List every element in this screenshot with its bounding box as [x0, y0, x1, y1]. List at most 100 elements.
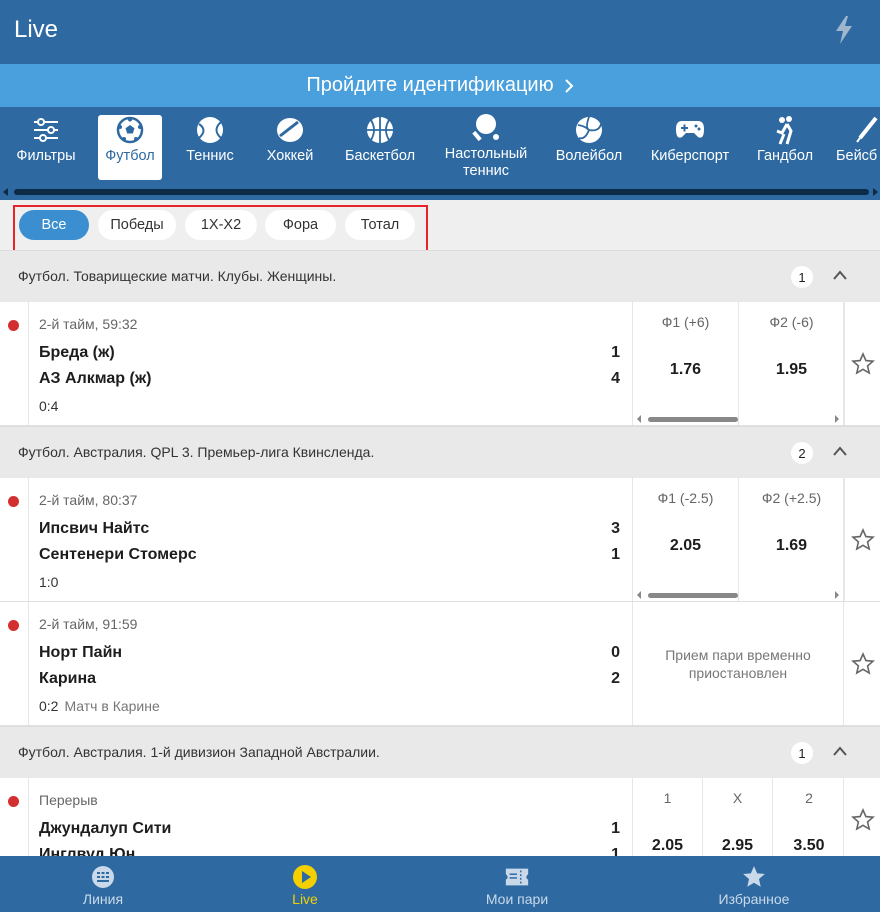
league-name: Футбол. Товарищеские матчи. Клубы. Женщи… [18, 268, 337, 284]
chevron-up-icon[interactable] [833, 270, 847, 280]
odd-label: X [732, 790, 743, 806]
sport-label: Гандбол [756, 148, 814, 164]
live-indicator [8, 496, 19, 507]
match-row[interactable]: 2-й тайм, 80:37 Ипсвич Найтс 3 Сентенери… [0, 478, 880, 602]
match-venue-note: Матч в Карине [64, 698, 160, 714]
match-time: Перерыв [39, 792, 98, 808]
bet-type-filters: Все Победы 1X-X2 Фора Тотал [0, 200, 880, 254]
filter-chip-all[interactable]: Все [19, 210, 89, 240]
bottom-nav-line[interactable]: Линия [60, 856, 146, 912]
odds-scroll-right[interactable] [835, 415, 839, 423]
sport-item-filters[interactable]: Фильтры [8, 115, 84, 180]
sports-scroll-right[interactable] [873, 188, 878, 196]
league-name: Футбол. Австралия. 1-й дивизион Западной… [18, 744, 380, 760]
sport-item-baseball[interactable]: Бейсб [836, 115, 880, 180]
filter-chip-wins[interactable]: Победы [98, 210, 176, 240]
odds-scroll-left[interactable] [637, 591, 641, 599]
odd-value: 1.76 [669, 361, 702, 378]
sport-label: Киберспорт [650, 148, 730, 164]
sports-scrollbar[interactable] [14, 189, 869, 195]
sport-item-football[interactable]: Футбол [98, 115, 162, 180]
favorite-button[interactable] [845, 302, 880, 425]
sport-label: Бейсб [836, 148, 878, 164]
sport-item-basketball[interactable]: Баскетбол [338, 115, 422, 180]
sport-item-tennis[interactable]: Теннис [178, 115, 242, 180]
sport-item-handball[interactable]: Гандбол [750, 115, 820, 180]
live-indicator [8, 620, 19, 631]
sport-label: Теннис [186, 148, 234, 164]
odd-value: 2.05 [669, 537, 702, 554]
team-away: Карина [39, 670, 97, 687]
league-header[interactable]: Футбол. Товарищеские матчи. Клубы. Женщи… [0, 250, 880, 302]
star-outline-icon [850, 527, 875, 551]
odd-cell[interactable]: Ф1 (-2.5) 2.05 [633, 478, 739, 601]
star-outline-icon [850, 808, 875, 831]
sport-label: Баскетбол [344, 148, 416, 164]
odd-cell[interactable]: Ф2 (-6) 1.95 [739, 302, 845, 425]
odds-panel: Ф1 (+6) 1.76 Ф2 (-6) 1.95 [632, 302, 845, 425]
favorites-star-icon [743, 866, 765, 887]
league-match-count: 1 [791, 742, 813, 764]
team-home: Бреда (ж) [39, 344, 115, 361]
sport-item-table-tennis[interactable]: Настольный теннис [436, 113, 536, 179]
team-home: Джундалуп Сити [39, 820, 172, 837]
favorite-button[interactable] [845, 602, 880, 725]
sport-item-esports[interactable]: Киберспорт [644, 115, 736, 180]
identification-banner[interactable]: Пройдите идентификацию [0, 64, 880, 107]
sport-label: Хоккей [266, 148, 314, 164]
odds-scroll-left[interactable] [637, 415, 641, 423]
odd-cell[interactable]: Ф1 (+6) 1.76 [633, 302, 739, 425]
league-header[interactable]: Футбол. Австралия. 1-й дивизион Западной… [0, 726, 880, 778]
league-match-count: 2 [791, 442, 813, 464]
score-home: 1 [611, 344, 620, 361]
filter-chip-handicap[interactable]: Фора [265, 210, 336, 240]
match-row[interactable]: 2-й тайм, 91:59 Норт Пайн 0 Карина 2 0:2… [0, 602, 880, 726]
lightning-icon[interactable] [834, 16, 854, 44]
basketball-icon [367, 117, 393, 143]
sports-scroll-left[interactable] [3, 188, 8, 196]
odds-panel: Ф1 (-2.5) 2.05 Ф2 (+2.5) 1.69 [632, 478, 845, 601]
handball-icon [776, 116, 793, 145]
team-home: Ипсвич Найтс [39, 520, 150, 537]
filter-chip-double-chance[interactable]: 1X-X2 [185, 210, 257, 240]
favorite-button[interactable] [845, 478, 880, 601]
league-name: Футбол. Австралия. QPL 3. Премьер-лига К… [18, 444, 375, 460]
odd-label: Ф2 (+2.5) [761, 490, 822, 506]
odd-value: 1.69 [775, 537, 808, 554]
app-header: Live [0, 0, 880, 64]
odd-label: 1 [663, 790, 672, 806]
bottom-nav-favorites[interactable]: Избранное [706, 856, 802, 912]
volleyball-icon [576, 116, 602, 143]
gamepad-icon [676, 121, 704, 138]
sport-item-volleyball[interactable]: Волейбол [550, 115, 628, 180]
line-icon [92, 866, 114, 888]
sport-item-hockey[interactable]: Хоккей [257, 115, 323, 180]
chevron-up-icon[interactable] [833, 746, 847, 756]
match-time: 2-й тайм, 80:37 [39, 492, 138, 508]
odds-panel: Прием пари временно приостановлен [632, 602, 844, 725]
bottom-nav-live[interactable]: Live [262, 856, 348, 912]
odd-label: 2 [805, 790, 813, 806]
match-total-score: 0:4 [39, 398, 59, 414]
odd-label: Ф2 (-6) [769, 314, 814, 330]
bottom-nav-my-bets[interactable]: Мои пари [470, 856, 564, 912]
bottom-nav-label: Live [292, 891, 318, 907]
filter-chip-total[interactable]: Тотал [345, 210, 415, 240]
match-row[interactable]: 2-й тайм, 59:32 Бреда (ж) 1 АЗ Алкмар (ж… [0, 302, 880, 426]
chevron-up-icon[interactable] [833, 446, 847, 456]
odds-scrollbar[interactable] [648, 417, 738, 422]
row-divider [28, 478, 29, 601]
score-away: 4 [611, 370, 620, 387]
star-outline-icon [850, 651, 875, 675]
sport-label: Фильтры [16, 148, 76, 164]
odd-cell[interactable]: Ф2 (+2.5) 1.69 [739, 478, 845, 601]
score-home: 0 [611, 644, 620, 661]
sport-label: Настольный теннис [444, 146, 528, 179]
league-header[interactable]: Футбол. Австралия. QPL 3. Премьер-лига К… [0, 426, 880, 478]
sports-nav: Фильтры Футбол Теннис Хоккей Баскетбол Н… [0, 107, 880, 200]
bottom-nav-label: Избранное [718, 891, 790, 907]
odd-label: Ф1 (-2.5) [657, 490, 714, 506]
league-match-count: 1 [791, 266, 813, 288]
odds-scrollbar[interactable] [648, 593, 738, 598]
odds-scroll-right[interactable] [835, 591, 839, 599]
